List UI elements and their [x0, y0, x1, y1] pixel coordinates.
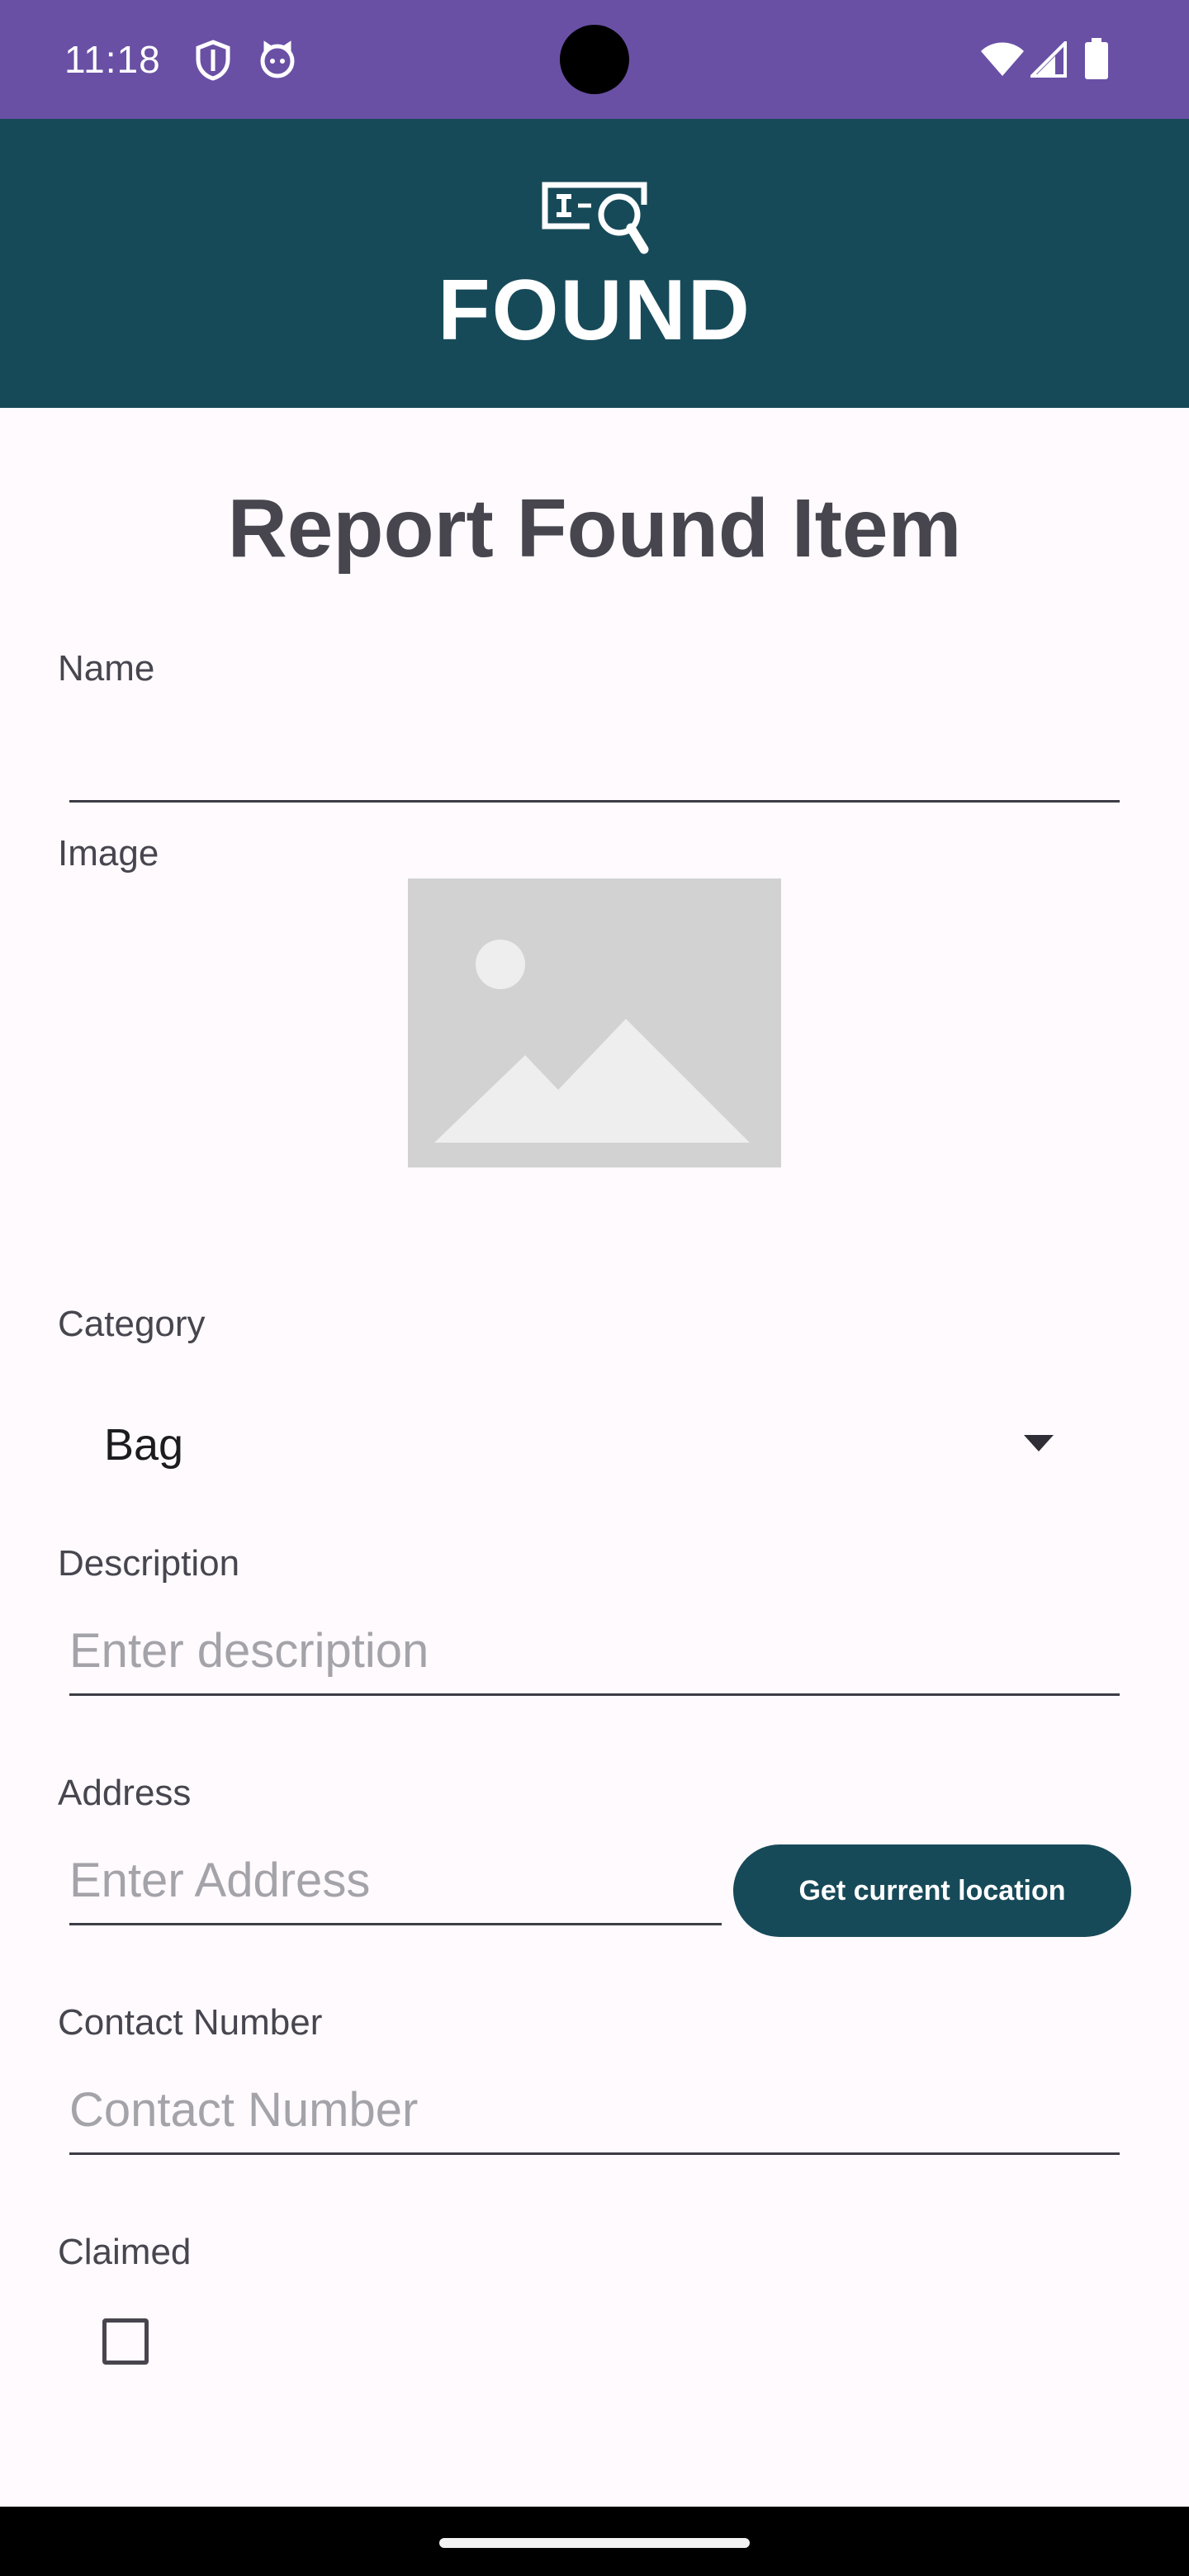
category-label: Category: [58, 1304, 206, 1344]
image-label: Image: [58, 833, 159, 874]
dropdown-arrow-icon: [1024, 1435, 1054, 1451]
battery-icon: [1085, 38, 1108, 83]
camera-cutout: [560, 25, 629, 94]
page-title: Report Found Item: [227, 482, 962, 575]
status-time: 11:18: [64, 38, 161, 81]
name-input[interactable]: [69, 727, 1120, 803]
address-label: Address: [58, 1773, 192, 1813]
cell-signal-icon: [1028, 39, 1067, 82]
description-label: Description: [58, 1543, 240, 1584]
home-gesture-handle[interactable]: [439, 2538, 750, 2548]
cat-face-icon: [258, 40, 297, 83]
category-selected-value: Bag: [104, 1420, 184, 1470]
name-label: Name: [58, 648, 155, 689]
image-placeholder-icon: [408, 878, 781, 1172]
address-input[interactable]: [69, 1846, 722, 1925]
app-title: FOUND: [438, 263, 751, 358]
app-bar: FOUND: [0, 119, 1189, 408]
item-image-picker[interactable]: [408, 878, 781, 1167]
wifi-icon: [979, 41, 1026, 82]
contact-number-input[interactable]: [69, 2076, 1120, 2155]
status-bar: 11:18: [0, 0, 1189, 119]
claimed-checkbox[interactable]: [102, 2318, 149, 2365]
category-dropdown[interactable]: Bag: [69, 1395, 1060, 1491]
description-input[interactable]: [69, 1617, 1120, 1696]
contact-number-label: Contact Number: [58, 2002, 323, 2043]
claimed-label: Claimed: [58, 2232, 192, 2272]
get-current-location-button[interactable]: Get current location: [733, 1844, 1131, 1937]
shield-icon: [195, 40, 231, 85]
id-card-search-icon: [540, 180, 651, 260]
navigation-bar: [0, 2507, 1189, 2576]
